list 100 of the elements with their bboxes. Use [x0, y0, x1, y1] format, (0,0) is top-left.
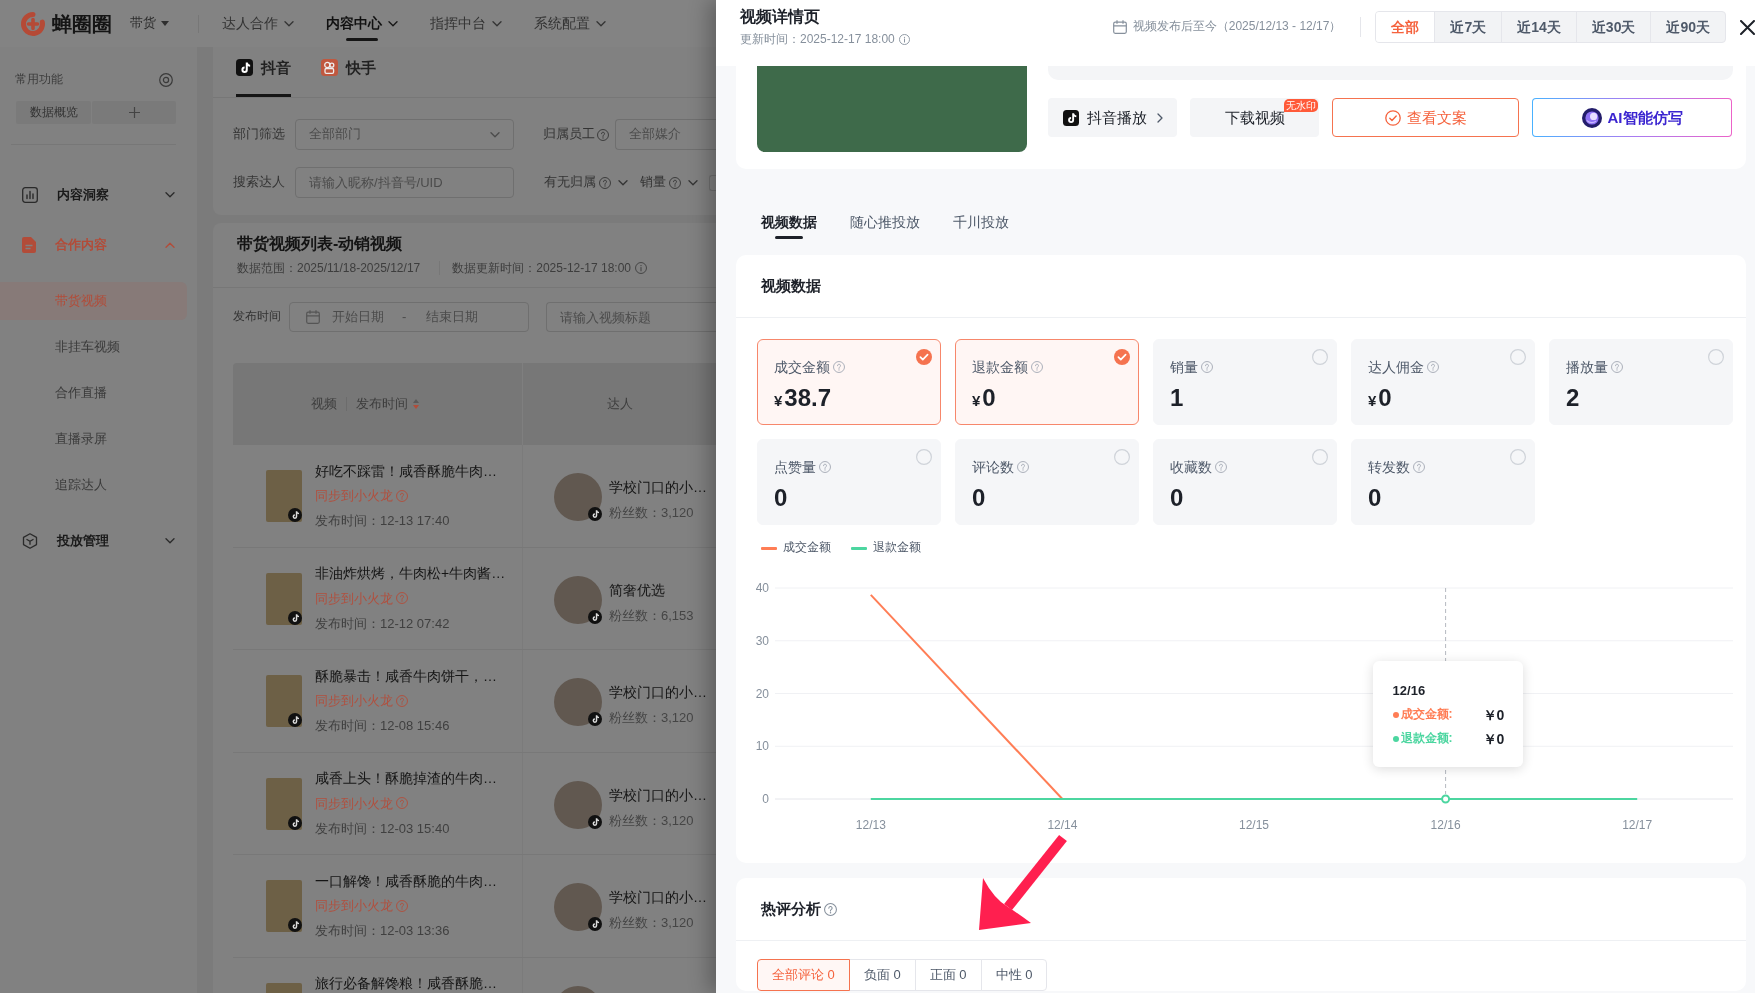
update-time-text: 数据更新时间：2025-12-17 18:00	[452, 260, 631, 276]
checkbox[interactable]	[1510, 349, 1526, 365]
checkbox[interactable]	[1708, 349, 1724, 365]
menu-item[interactable]: 合作直播	[0, 374, 187, 412]
fan-count: 粉丝数：3,120	[609, 504, 695, 522]
axis-label: 12/13	[855, 818, 886, 832]
tooltip-label: 退款金额:	[1400, 731, 1454, 747]
checkbox[interactable]	[1312, 349, 1328, 365]
nav-tab[interactable]: 内容中心	[326, 0, 398, 47]
detail-tab[interactable]: 视频数据	[761, 205, 817, 239]
ai-rewrite-button[interactable]: AI智能仿写	[1532, 98, 1732, 137]
info-icon	[635, 262, 647, 274]
plus-icon	[128, 107, 140, 118]
sync-status: 同步到小火龙	[315, 692, 393, 710]
checkbox[interactable]	[1114, 449, 1130, 465]
video-title[interactable]: 酥脆暴击！咸香牛肉饼干，…	[315, 666, 497, 685]
metric-label: 评论数	[972, 458, 1014, 476]
platform-tab[interactable]: 快手	[321, 47, 376, 97]
info-icon	[898, 33, 910, 45]
view-copy-button[interactable]: 查看文案	[1332, 98, 1519, 137]
metric-card[interactable]: 播放量 2	[1549, 339, 1733, 425]
creator-name[interactable]: 学校门口的小…	[609, 884, 707, 910]
sync-status: 同步到小火龙	[315, 794, 393, 813]
creator-name[interactable]: 学校门口的小…	[609, 679, 707, 705]
range-tab[interactable]: 近90天	[1650, 12, 1725, 42]
metric-label: 成交金额	[774, 358, 830, 376]
filter-tab[interactable]: 负面 0	[848, 959, 916, 991]
tooltip-value: ￥0	[1482, 705, 1505, 725]
nav-tab[interactable]: 指挥中台	[430, 0, 502, 47]
metric-card[interactable]: 销量 1	[1153, 339, 1337, 425]
menu-group[interactable]: 内容洞察	[0, 173, 197, 217]
nav-tab[interactable]: 系统配置	[534, 0, 606, 47]
close-icon[interactable]	[1740, 19, 1755, 35]
platform-tab[interactable]: 抖音	[236, 47, 291, 97]
metric-label: 销量	[1170, 358, 1198, 376]
checkbox[interactable]	[1114, 349, 1130, 365]
video-title[interactable]: 好吃不踩雷！咸香酥脆牛肉…	[315, 461, 497, 480]
help-icon	[1017, 461, 1029, 473]
menu-group[interactable]: 投放管理	[0, 519, 197, 563]
creator-name[interactable]: 学校门口的小…	[609, 474, 707, 500]
music-note-icon	[1062, 109, 1079, 126]
date-range-text: 数据范围：2025/11/18-2025/12/17	[237, 260, 421, 276]
music-note-icon	[288, 610, 302, 625]
music-note-icon	[588, 814, 602, 829]
axis-label: 40	[755, 581, 769, 595]
metric-value: 2	[1566, 384, 1581, 412]
metric-card[interactable]: 收藏数 0	[1153, 439, 1337, 525]
metric-label: 达人佣金	[1368, 358, 1424, 376]
filter-dropdown[interactable]: 有无归属	[544, 167, 628, 198]
metric-card[interactable]: 评论数 0	[955, 439, 1139, 525]
filter-tab[interactable]: 正面 0	[914, 959, 982, 991]
data-point	[1441, 794, 1451, 804]
metric-card[interactable]: 达人佣金 ¥0	[1351, 339, 1535, 425]
badge: 无水印	[1284, 99, 1318, 112]
filter-label: 归属员工	[543, 126, 595, 143]
tooltip-value: ￥0	[1482, 729, 1505, 749]
filter-tab[interactable]: 全部评论 0	[757, 959, 850, 991]
checkbox[interactable]	[1312, 449, 1328, 465]
checkbox[interactable]	[916, 449, 932, 465]
range-tab[interactable]: 近14天	[1501, 12, 1576, 42]
filter-dropdown[interactable]: 销量	[640, 167, 698, 198]
card-title: 视频数据	[761, 276, 821, 296]
download-button[interactable]: 下载视频 无水印	[1190, 98, 1319, 137]
music-note-icon	[588, 917, 602, 931]
publish-time: 发布时间：12-12 07:42	[315, 614, 451, 633]
help-icon	[1215, 461, 1227, 473]
checkbox[interactable]	[916, 349, 932, 365]
metric-card[interactable]: 转发数 0	[1351, 439, 1535, 525]
detail-tab[interactable]: 千川投放	[953, 205, 1009, 239]
metric-card[interactable]: 退款金额 ¥0	[955, 339, 1139, 425]
range-tab[interactable]: 全部	[1376, 12, 1435, 42]
section-title: 常用功能	[15, 72, 63, 88]
scope-dropdown[interactable]: 带货	[130, 9, 169, 38]
metric-label: 点赞量	[774, 458, 816, 476]
creator-name[interactable]: 简奢优选	[609, 576, 694, 603]
video-title[interactable]: 咸香上头！酥脆掉渣的牛肉…	[315, 769, 497, 787]
filter-tab[interactable]: 中性 0	[980, 959, 1048, 991]
play-button[interactable]: 抖音播放	[1048, 98, 1177, 137]
video-title[interactable]: 旅行必备解馋粮！咸香酥脆…	[315, 974, 497, 992]
nav-tab[interactable]: 达人合作	[222, 0, 294, 47]
menu-item[interactable]: 直播录屏	[0, 420, 187, 458]
menu-item[interactable]: 非挂车视频	[0, 328, 187, 366]
logo-text: 蝉圈圈	[52, 11, 112, 36]
video-title[interactable]: 非油炸烘烤，牛肉松+牛肉酱…	[315, 564, 506, 582]
checkbox[interactable]	[1510, 449, 1526, 465]
metric-card[interactable]: 成交金额 ¥38.7	[757, 339, 941, 425]
video-title[interactable]: 一口解馋！咸香酥脆的牛肉…	[315, 871, 497, 890]
filter-label: 搜索达人	[233, 174, 285, 191]
range-tab[interactable]: 近7天	[1434, 12, 1502, 42]
help-icon	[1611, 361, 1623, 373]
legend-label: 退款金额	[873, 540, 921, 556]
filter-label: 发布时间	[233, 309, 281, 325]
shortcut-chip[interactable]: 数据概览	[16, 101, 91, 124]
detail-tab[interactable]: 随心推投放	[850, 205, 920, 239]
range-tab[interactable]: 近30天	[1575, 12, 1651, 42]
add-button[interactable]	[92, 101, 176, 124]
menu-item[interactable]: 追踪达人	[0, 466, 187, 504]
metric-card[interactable]: 点赞量 0	[757, 439, 941, 525]
date-range-text: 视频发布后至今（2025/12/13 - 12/17）	[1132, 19, 1342, 35]
creator-name[interactable]: 学校门口的小…	[609, 781, 707, 808]
